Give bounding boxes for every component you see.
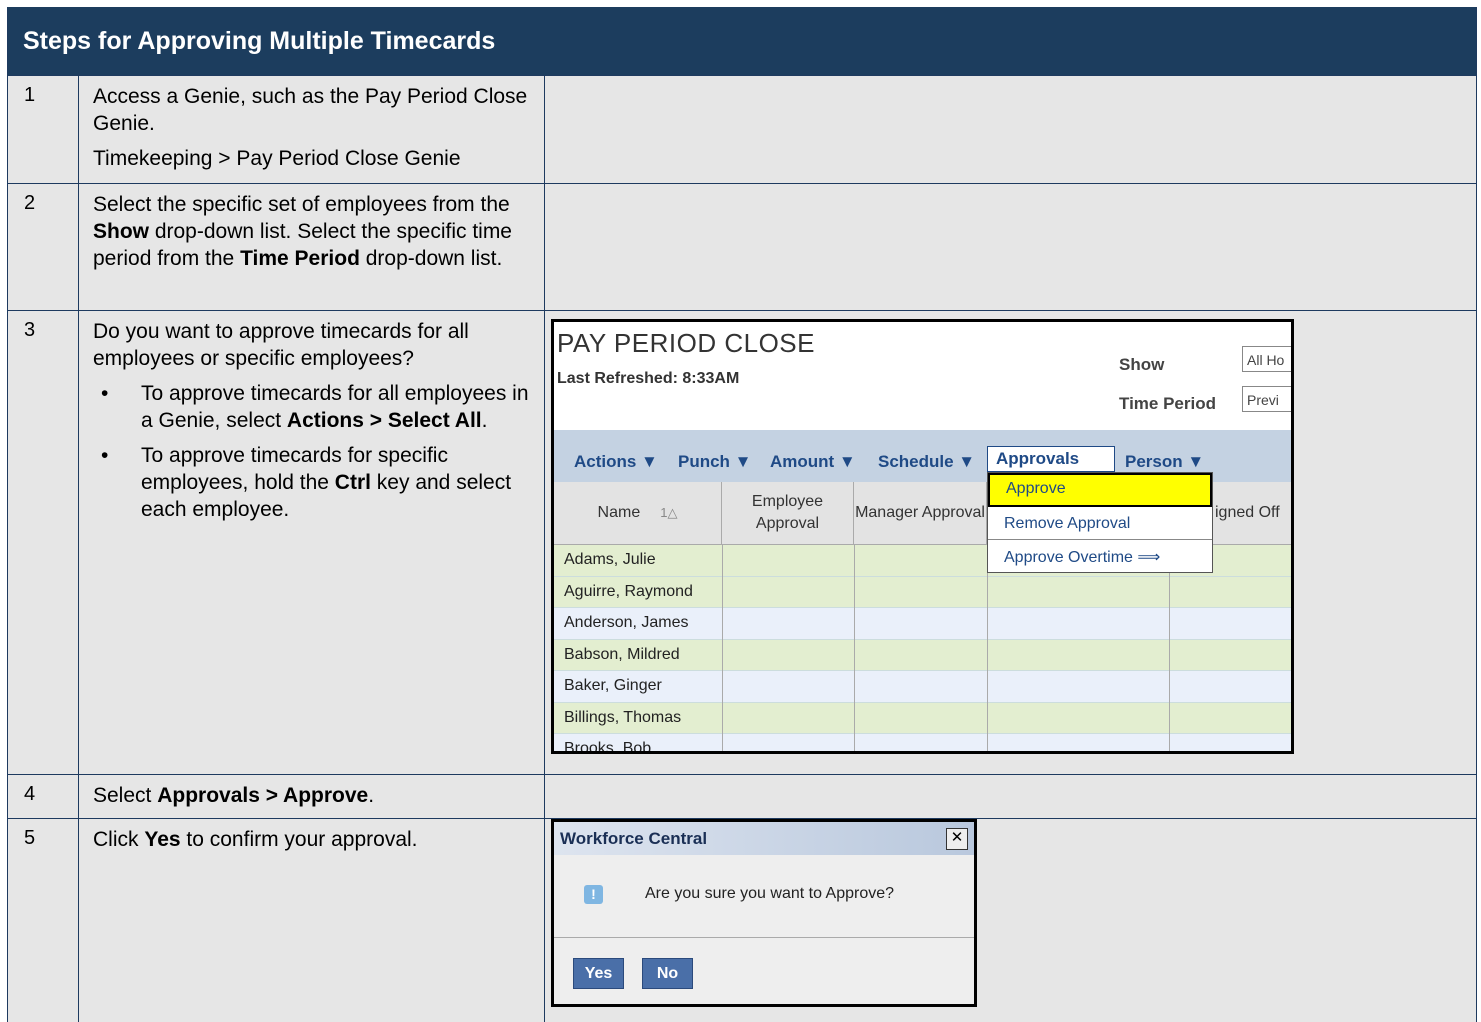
grid-divider	[987, 544, 988, 751]
table-row[interactable]: Billings, Thomas	[554, 702, 1291, 734]
pay-period-close-screenshot: PAY PERIOD CLOSE Last Refreshed: 8:33AM …	[551, 319, 1294, 754]
menu-approvals[interactable]: Approvals	[987, 446, 1115, 472]
step-bullets: • To approve timecards for all employees …	[93, 380, 534, 523]
grid-divider	[854, 544, 855, 751]
menu-actions[interactable]: Actions ▼	[574, 452, 658, 472]
menu-schedule[interactable]: Schedule ▼	[878, 452, 975, 472]
approvals-dropdown: Approve Remove Approval Approve Overtime…	[987, 472, 1213, 573]
step-number: 2	[8, 184, 79, 310]
dialog-divider	[554, 937, 974, 938]
approve-overtime-menu-item[interactable]: Approve Overtime ⟹	[988, 541, 1212, 574]
table-row[interactable]: Babson, Mildred	[554, 639, 1291, 671]
menu-punch[interactable]: Punch ▼	[678, 452, 752, 472]
step-row-4: 4 Select Approvals > Approve.	[8, 774, 1476, 818]
time-period-label: Time Period	[1119, 394, 1216, 413]
remove-approval-menu-item[interactable]: Remove Approval	[988, 507, 1212, 540]
step-text: Select Approvals > Approve.	[79, 775, 545, 818]
arrow-right-icon: ⟹	[1137, 549, 1161, 566]
step-number: 5	[8, 819, 79, 1022]
step-number: 3	[8, 311, 79, 774]
info-icon: !	[584, 885, 603, 904]
step-paragraph: Click Yes to confirm your approval.	[93, 828, 418, 851]
table-title: Steps for Approving Multiple Timecards	[8, 7, 1476, 75]
column-employee-approval[interactable]: Employee Approval	[722, 482, 854, 544]
bullet-item: • To approve timecards for specific emplo…	[101, 444, 512, 521]
step-paragraph: Select Approvals > Approve.	[93, 784, 375, 807]
confirm-dialog-screenshot: Workforce Central ✕ ! Are you sure you w…	[551, 819, 977, 1007]
step-number: 4	[8, 775, 79, 818]
step-paragraph: Select the specific set of employees fro…	[93, 193, 512, 270]
time-period-select[interactable]: Previ	[1242, 386, 1291, 412]
menu-person[interactable]: Person ▼	[1125, 452, 1204, 472]
table-row[interactable]: Anderson, James	[554, 608, 1291, 640]
table-row[interactable]: Baker, Ginger	[554, 671, 1291, 703]
dialog-message: Are you sure you want to Approve?	[645, 885, 895, 902]
bullet-item: • To approve timecards for all employees …	[101, 382, 529, 432]
step-line: Timekeeping > Pay Period Close Genie	[93, 147, 461, 170]
step-intro: Do you want to approve timecards for all…	[93, 320, 469, 370]
sort-indicator-icon: 1△	[660, 505, 678, 520]
genie-title: PAY PERIOD CLOSE	[557, 328, 815, 358]
step-line: Access a Genie, such as the Pay Period C…	[93, 85, 528, 135]
show-label: Show	[1119, 355, 1165, 374]
step-row-1: 1 Access a Genie, such as the Pay Period…	[8, 75, 1476, 183]
grid-divider	[1169, 544, 1170, 751]
yes-button[interactable]: Yes	[573, 958, 624, 989]
column-name[interactable]: Name 1△	[554, 482, 722, 544]
table-row[interactable]: Aguirre, Raymond	[554, 576, 1291, 608]
step-text: Access a Genie, such as the Pay Period C…	[79, 76, 545, 183]
grid-divider	[722, 544, 723, 751]
step-text: Click Yes to confirm your approval.	[79, 819, 545, 1022]
dialog-title: Workforce Central	[554, 822, 974, 855]
step-row-2: 2 Select the specific set of employees f…	[8, 183, 1476, 310]
approve-menu-item[interactable]: Approve	[988, 473, 1212, 507]
show-select[interactable]: All Ho	[1242, 346, 1291, 372]
step-text: Select the specific set of employees fro…	[79, 184, 545, 310]
step-number: 1	[8, 76, 79, 183]
no-button[interactable]: No	[642, 958, 693, 989]
step-text: Do you want to approve timecards for all…	[79, 311, 545, 774]
menu-amount[interactable]: Amount ▼	[770, 452, 856, 472]
last-refreshed: Last Refreshed: 8:33AM	[557, 370, 740, 387]
close-icon[interactable]: ✕	[946, 828, 968, 850]
column-manager-approval[interactable]: Manager Approval	[854, 482, 987, 544]
table-row[interactable]: Brooks, Bob	[554, 734, 1291, 751]
